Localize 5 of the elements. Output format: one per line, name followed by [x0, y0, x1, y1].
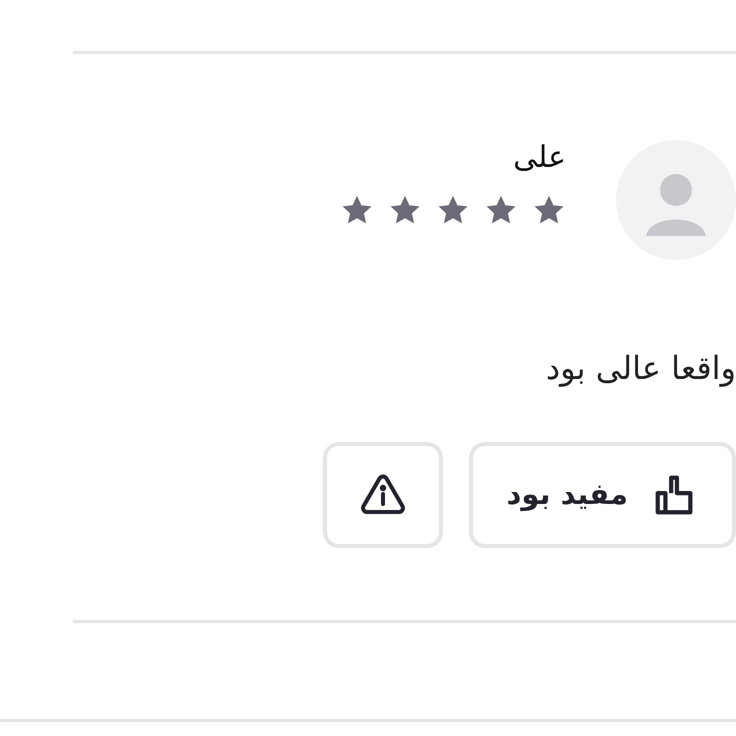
review-text: واقعا عالی بود	[544, 348, 736, 388]
avatar-icon	[616, 140, 736, 260]
report-button[interactable]	[322, 442, 443, 548]
helpful-button[interactable]: مفید بود	[468, 442, 736, 548]
reviewer-name: علی	[512, 140, 566, 176]
